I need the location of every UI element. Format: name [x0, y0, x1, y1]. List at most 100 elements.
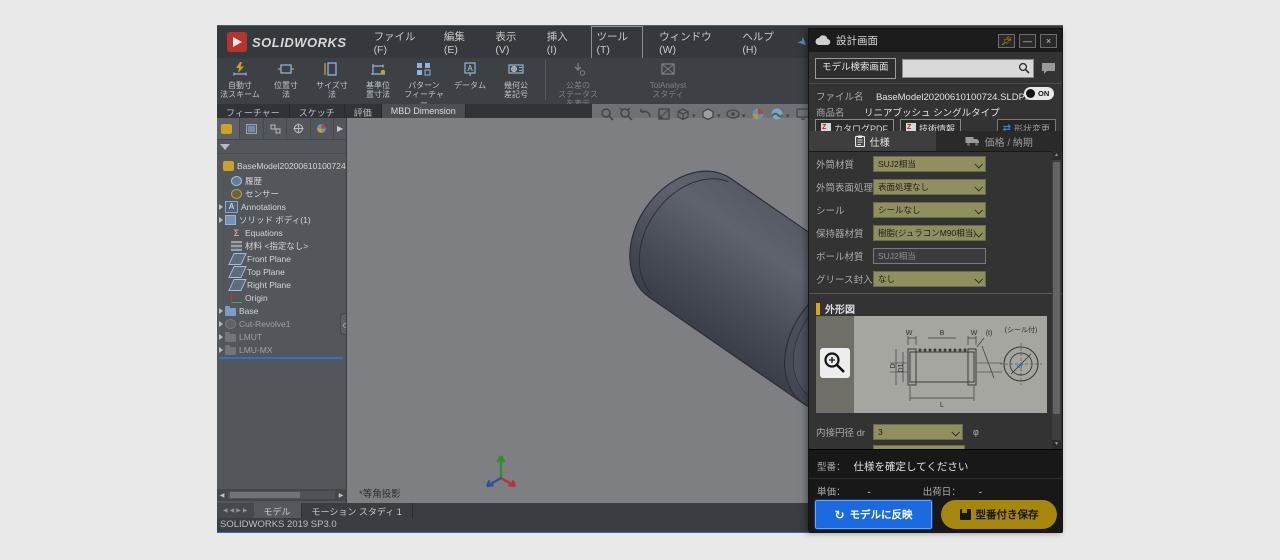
- expand-arrow-icon[interactable]: [219, 217, 223, 223]
- tab-configurationmanager[interactable]: [264, 118, 287, 139]
- tree-item-front-plane[interactable]: Front Plane: [217, 253, 347, 265]
- menu-help[interactable]: ヘルプ(H): [739, 26, 788, 59]
- inscribed-diameter-select[interactable]: 3: [873, 424, 963, 440]
- tab-model[interactable]: モデル: [254, 503, 302, 518]
- svg-text:▾: ▾: [717, 113, 721, 120]
- expand-arrow-icon[interactable]: [219, 308, 223, 314]
- scroll-down-icon[interactable]: ▼: [1052, 440, 1061, 449]
- apply-to-model-button[interactable]: ↻ モデルに反映: [815, 500, 932, 529]
- toggle-state-label: ON: [1038, 89, 1049, 98]
- display-pane-handle[interactable]: [340, 313, 347, 335]
- expand-arrow-icon[interactable]: [219, 334, 223, 340]
- tree-item-label: LMU-MX: [239, 345, 273, 355]
- menu-file[interactable]: ファイル(F): [371, 26, 428, 59]
- panel-scrollbar[interactable]: ▲ ▼: [1052, 151, 1061, 449]
- tree-item-right-plane[interactable]: Right Plane: [217, 279, 347, 291]
- panel-minimize-button[interactable]: —: [1019, 34, 1036, 48]
- part-icon: [221, 124, 232, 134]
- grease-select[interactable]: なし: [873, 271, 986, 287]
- tree-root-item[interactable]: BaseModel20200610100724 (Default<<: [217, 160, 347, 172]
- tab-dimxpertmanager[interactable]: [287, 118, 310, 139]
- expand-arrow-icon[interactable]: [219, 347, 223, 353]
- section-view-icon[interactable]: [657, 107, 671, 121]
- menu-insert[interactable]: 挿入(I): [544, 26, 579, 59]
- tree-item-material[interactable]: 材料 <指定なし>: [217, 240, 347, 252]
- datum-button[interactable]: A データム: [447, 58, 493, 90]
- apply-scene-icon[interactable]: ▾: [770, 107, 790, 121]
- rollback-bar[interactable]: [219, 357, 343, 359]
- tab-price-delivery[interactable]: 価格 / 納期: [936, 131, 1063, 151]
- pattern-feature-button[interactable]: パターン フィーチャー: [401, 58, 447, 108]
- tab-sketch[interactable]: スケッチ: [290, 104, 345, 118]
- price-shipdate-row: 単価： - 出荷日： -: [817, 484, 1056, 498]
- search-box[interactable]: [902, 59, 1034, 78]
- menu-edit[interactable]: 編集(E): [441, 26, 479, 59]
- tree-item-sensors[interactable]: センサー: [217, 188, 347, 200]
- surface-treatment-select[interactable]: 表面処理なし: [873, 179, 986, 195]
- scrollbar-thumb[interactable]: [230, 492, 300, 498]
- panel-pin-button[interactable]: 📌︎: [998, 34, 1015, 48]
- search-input[interactable]: [903, 62, 1018, 74]
- datum-dimension-button[interactable]: 基準位 置寸法: [355, 58, 401, 99]
- tab-motion-study[interactable]: モーション スタディ 1: [302, 503, 413, 518]
- tree-horizontal-scrollbar[interactable]: ◀ ▶: [217, 489, 346, 501]
- tab-nav-arrows[interactable]: ◀◀▶▶: [217, 503, 254, 518]
- tab-specification[interactable]: 仕様: [809, 131, 936, 151]
- seal-select[interactable]: シールなし: [873, 202, 986, 218]
- tree-item-cut-revolve1[interactable]: Cut-Revolve1: [217, 318, 347, 330]
- tree-item-base[interactable]: Base: [217, 305, 347, 317]
- scrollbar-track[interactable]: [228, 491, 335, 499]
- menu-tools[interactable]: ツール(T): [591, 26, 643, 59]
- save-with-part-number-button[interactable]: 型番付き保存: [941, 500, 1057, 529]
- scroll-right-icon[interactable]: ▶: [336, 492, 346, 499]
- zoom-area-icon[interactable]: [619, 107, 633, 121]
- tree-item-equations[interactable]: ΣEquations: [217, 227, 347, 239]
- drawing-zoom-button[interactable]: [820, 348, 850, 378]
- scroll-up-icon[interactable]: ▲: [1052, 151, 1061, 160]
- tree-filter-row[interactable]: [217, 140, 346, 154]
- part-number-row: 型番： 仕様を確定してください: [817, 459, 968, 474]
- search-icon[interactable]: [1018, 62, 1030, 74]
- panel-close-button[interactable]: ×: [1040, 34, 1057, 48]
- expand-arrow-icon[interactable]: [219, 204, 223, 210]
- menu-view[interactable]: 表示(V): [492, 26, 530, 59]
- comment-bubble-icon[interactable]: [1041, 62, 1056, 75]
- tree-item-lmu-mx[interactable]: LMU-MX: [217, 344, 347, 356]
- tab-evaluate[interactable]: 評価: [345, 104, 382, 118]
- scroll-left-icon[interactable]: ◀: [217, 492, 227, 499]
- scrollbar-thumb[interactable]: [1053, 162, 1060, 414]
- tree-item-history[interactable]: 履歴: [217, 175, 347, 187]
- auto-dimension-icon: [231, 61, 249, 77]
- tab-displaymanager[interactable]: [311, 118, 334, 139]
- expand-arrow-icon[interactable]: [219, 321, 223, 327]
- tree-item-annotations[interactable]: AAnnotations: [217, 201, 347, 213]
- zoom-fit-icon[interactable]: [600, 107, 614, 121]
- dim-w2: W: [971, 330, 978, 337]
- edit-appearance-icon[interactable]: [751, 107, 765, 121]
- display-style-icon[interactable]: ▾: [701, 107, 721, 121]
- model-search-screen-button[interactable]: モデル検索画面: [815, 58, 896, 79]
- tab-propertymanager[interactable]: [240, 118, 263, 139]
- tab-featuremanager[interactable]: [217, 118, 240, 139]
- previous-view-icon[interactable]: [638, 108, 652, 120]
- tree-item-origin[interactable]: Origin: [217, 292, 347, 304]
- link-toggle[interactable]: ON: [1024, 87, 1054, 100]
- tree-tabs-more-icon[interactable]: ▶: [334, 124, 346, 133]
- tree-item-lmut[interactable]: LMUT: [217, 331, 347, 343]
- menu-window[interactable]: ウィンドウ(W): [656, 26, 726, 59]
- retainer-material-select[interactable]: 樹脂(ジュラコンM90相当): [873, 225, 986, 241]
- outer-material-select[interactable]: SUJ2相当: [873, 156, 986, 172]
- geometric-tolerance-button[interactable]: 幾何公 差記号: [493, 58, 539, 99]
- hide-show-items-icon[interactable]: ▾: [726, 107, 746, 121]
- tab-mbd-dimension[interactable]: MBD Dimension: [382, 104, 466, 118]
- tab-features[interactable]: フィーチャー: [217, 104, 290, 118]
- tree-item-label: Base: [239, 306, 258, 316]
- auto-dimension-scheme-button[interactable]: 自動寸 法スキーム: [217, 58, 263, 99]
- tree-item-solid-bodies[interactable]: ソリッド ボディ(1): [217, 214, 347, 226]
- tree-item-top-plane[interactable]: Top Plane: [217, 266, 347, 278]
- size-dimension-button[interactable]: サイズ寸 法: [309, 58, 355, 99]
- panel-titlebar[interactable]: 設計画面 📌︎ — ×: [809, 29, 1062, 52]
- location-dimension-button[interactable]: 位置寸 法: [263, 58, 309, 99]
- view-orientation-cube-icon[interactable]: ▾: [676, 107, 696, 121]
- spec-label: グリース封入: [816, 272, 873, 286]
